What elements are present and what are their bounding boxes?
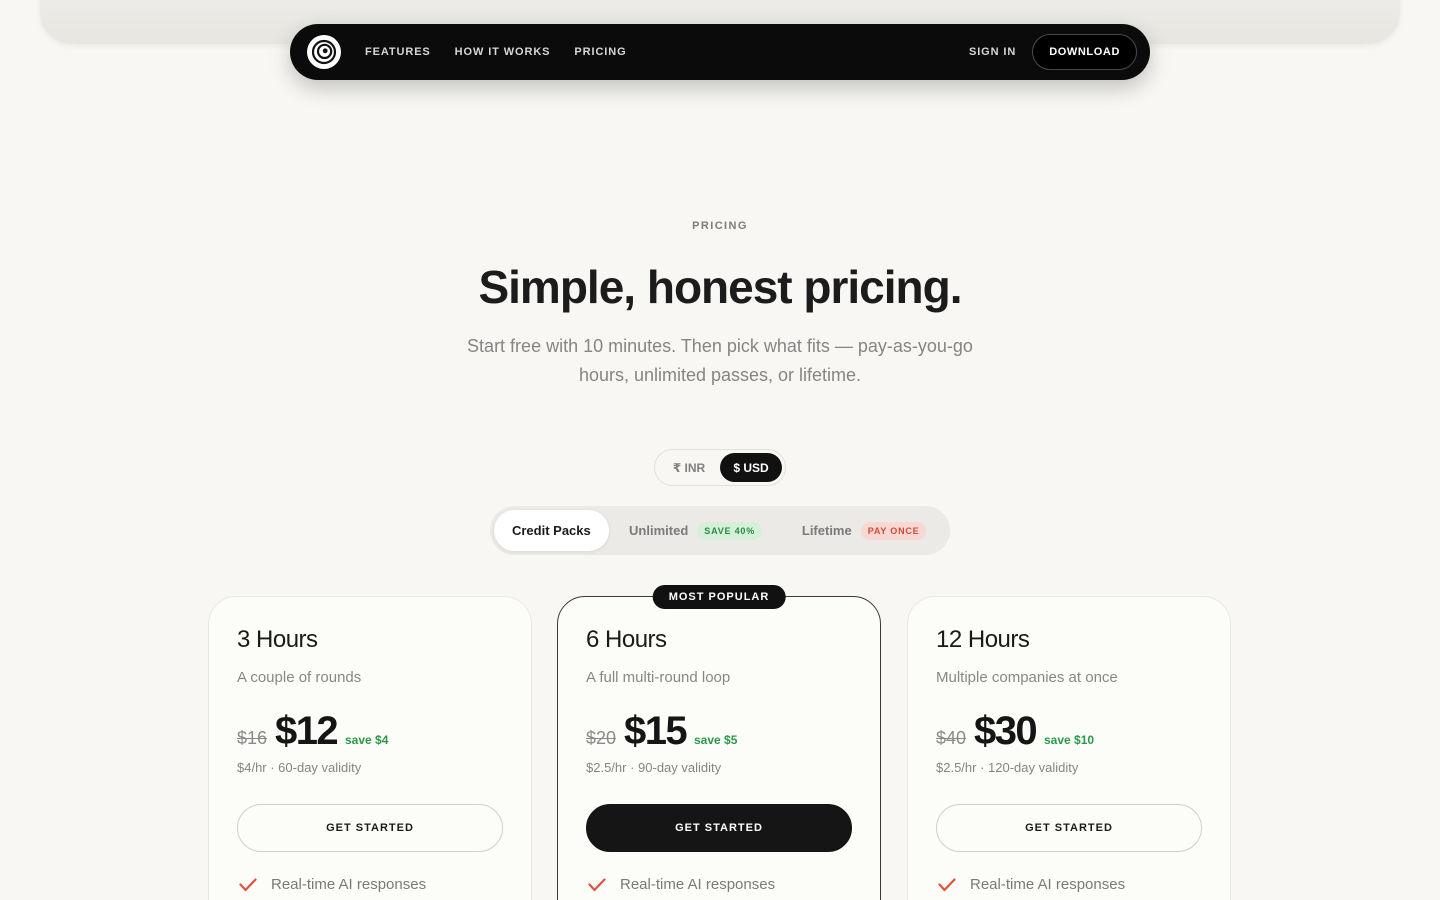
card-title: 3 Hours — [237, 626, 318, 653]
get-started-button[interactable]: GET STARTED — [936, 804, 1202, 852]
savings-note: save $10 — [1044, 733, 1095, 747]
rate-validity: $2.5/hr · 120-day validity — [936, 760, 1079, 775]
current-price: $12 — [275, 709, 339, 753]
save-badge: SAVE 40% — [697, 521, 763, 540]
nav-link-features[interactable]: FEATURES — [365, 46, 431, 58]
tab-label: Lifetime — [801, 523, 852, 538]
pricing-card-12-hours: 12 Hours Multiple companies at once $40 … — [907, 596, 1231, 900]
current-price: $30 — [974, 709, 1038, 753]
currency-option-usd[interactable]: $ USD — [720, 453, 782, 482]
page-title: Simple, honest pricing. — [478, 261, 962, 313]
most-popular-badge: MOST POPULAR — [652, 585, 786, 609]
savings-note: save $5 — [694, 733, 738, 747]
check-icon — [239, 877, 257, 891]
feature-label: Real-time AI responses — [970, 876, 1126, 893]
currency-toggle: ₹ INR $ USD — [654, 449, 786, 486]
pricing-card-3-hours: 3 Hours A couple of rounds $16 $12 save … — [208, 596, 532, 900]
feature-label: Real-time AI responses — [271, 876, 427, 893]
savings-note: save $4 — [345, 733, 389, 747]
tab-unlimited[interactable]: Unlimited SAVE 40% — [609, 510, 783, 551]
spiral-logo-icon[interactable] — [307, 35, 341, 69]
feature-label: Real-time AI responses — [620, 876, 776, 893]
tab-label: Credit Packs — [511, 523, 591, 538]
feature-item: Real-time AI responses — [936, 876, 1202, 893]
nav-link-how-it-works[interactable]: HOW IT WORKS — [455, 46, 551, 58]
tab-label: Unlimited — [629, 523, 689, 538]
currency-option-inr[interactable]: ₹ INR — [658, 453, 720, 482]
old-price: $40 — [936, 728, 967, 748]
pricing-card-6-hours: MOST POPULAR 6 Hours A full multi-round … — [557, 585, 881, 900]
card-description: A couple of rounds — [237, 669, 362, 686]
top-navbar: FEATURES HOW IT WORKS PRICING SIGN IN DO… — [290, 24, 1150, 80]
card-title: 12 Hours — [936, 626, 1030, 653]
tab-lifetime[interactable]: Lifetime PAY ONCE — [782, 510, 946, 551]
section-eyebrow: PRICING — [692, 220, 748, 232]
feature-item: Real-time AI responses — [586, 876, 852, 893]
price-row: $40 $30 save $10 — [936, 709, 1202, 753]
nav-links: FEATURES HOW IT WORKS PRICING — [365, 46, 627, 58]
sign-in-link[interactable]: SIGN IN — [969, 46, 1016, 58]
get-started-button[interactable]: GET STARTED — [237, 804, 503, 852]
nav-link-pricing[interactable]: PRICING — [574, 46, 626, 58]
get-started-button[interactable]: GET STARTED — [586, 804, 852, 852]
old-price: $16 — [237, 728, 268, 748]
plan-type-tabs: Credit Packs Unlimited SAVE 40% Lifetime… — [490, 506, 950, 555]
card-description: A full multi-round loop — [586, 669, 731, 686]
tab-credit-packs[interactable]: Credit Packs — [494, 510, 609, 551]
card-description: Multiple companies at once — [936, 669, 1118, 686]
check-icon — [588, 877, 606, 891]
page-subtitle: Start free with 10 minutes. Then pick wh… — [467, 336, 973, 385]
rate-validity: $2.5/hr · 90-day validity — [586, 760, 722, 775]
price-row: $20 $15 save $5 — [586, 709, 852, 753]
nav-right: SIGN IN DOWNLOAD — [969, 34, 1137, 70]
current-price: $15 — [624, 709, 688, 753]
check-icon — [938, 877, 956, 891]
price-row: $16 $12 save $4 — [237, 709, 503, 753]
download-button[interactable]: DOWNLOAD — [1032, 34, 1137, 70]
old-price: $20 — [586, 728, 617, 748]
pay-once-badge: PAY ONCE — [860, 521, 927, 540]
feature-item: Real-time AI responses — [237, 876, 503, 893]
card-title: 6 Hours — [586, 626, 667, 653]
rate-validity: $4/hr · 60-day validity — [237, 760, 362, 775]
